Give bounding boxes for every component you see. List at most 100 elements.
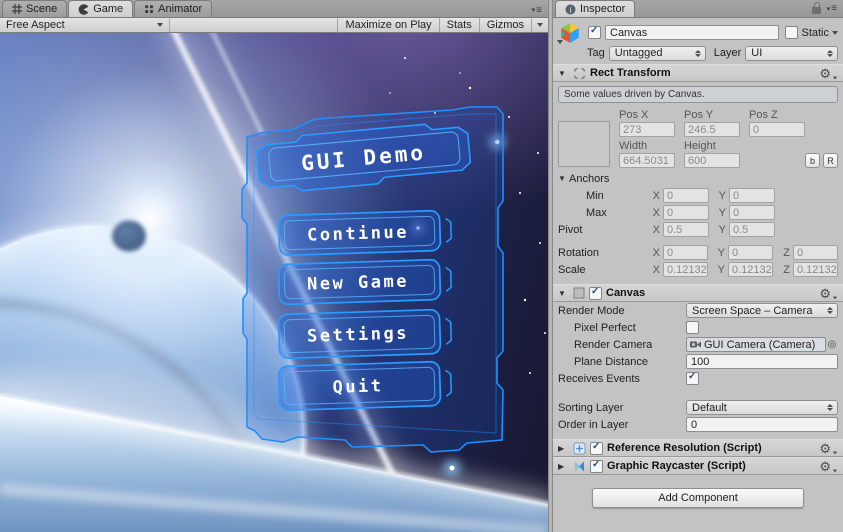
sorting-layer-value: Default bbox=[692, 401, 727, 414]
graphic-raycaster-checkbox[interactable] bbox=[590, 459, 603, 473]
scale-y-field[interactable]: 0.12132 bbox=[728, 262, 773, 277]
moon-silhouette bbox=[112, 220, 146, 252]
anchors-min-x-field[interactable]: 0 bbox=[663, 188, 709, 203]
reference-resolution-foldout-icon[interactable]: ▶ bbox=[558, 444, 569, 453]
add-component-button[interactable]: Add Component bbox=[592, 488, 804, 508]
camera-icon bbox=[690, 340, 701, 349]
scale-z-field[interactable]: 0.12132 bbox=[793, 262, 838, 277]
maximize-on-play-label: Maximize on Play bbox=[345, 19, 432, 31]
anchors-foldout-icon[interactable]: ▼ bbox=[558, 174, 569, 183]
scale-row: Scale X 0.12132 Y 0.12132 Z 0.12132 bbox=[558, 262, 838, 277]
axis-x-label: X bbox=[652, 246, 660, 259]
anchors-max-x-field[interactable]: 0 bbox=[663, 205, 709, 220]
pivot-y-field[interactable]: 0.5 bbox=[729, 222, 775, 237]
menu-button-settings[interactable]: Settings bbox=[277, 308, 452, 360]
aspect-label: Free Aspect bbox=[6, 19, 65, 31]
scale-x-field[interactable]: 0.12132 bbox=[663, 262, 708, 277]
game-icon bbox=[78, 3, 89, 15]
menu-button-new-game[interactable]: New Game bbox=[277, 258, 452, 306]
scale-label: Scale bbox=[558, 263, 586, 276]
pivot-x-field[interactable]: 0.5 bbox=[663, 222, 709, 237]
tab-animator[interactable]: Animator bbox=[134, 0, 213, 17]
game-scene: GUI Demo Continue New Game Settings Quit bbox=[0, 33, 548, 532]
game-pane-menu-icon[interactable]: ▾ ≡ bbox=[532, 5, 542, 15]
gameobject-cube-icon[interactable] bbox=[557, 21, 584, 45]
canvas-enabled-checkbox[interactable] bbox=[589, 286, 602, 300]
object-picker-icon[interactable]: ◎ bbox=[826, 339, 838, 350]
sorting-layer-dropdown[interactable]: Default bbox=[686, 400, 838, 415]
aspect-dropdown[interactable]: Free Aspect bbox=[0, 18, 170, 32]
canvas-component-icon bbox=[573, 287, 585, 299]
pixel-perfect-checkbox[interactable] bbox=[686, 321, 699, 334]
anchors-max-y-field[interactable]: 0 bbox=[729, 205, 775, 220]
blueprint-mode-button[interactable]: b bbox=[805, 153, 820, 168]
static-caret-icon bbox=[832, 30, 838, 35]
render-mode-label: Render Mode bbox=[558, 304, 625, 317]
width-field[interactable]: 664.5031 bbox=[619, 153, 675, 168]
lock-icon[interactable] bbox=[811, 2, 821, 14]
reference-resolution-icon bbox=[573, 442, 586, 455]
rotation-z-field[interactable]: 0 bbox=[793, 245, 838, 260]
gameobject-active-checkbox[interactable] bbox=[588, 25, 601, 39]
rotation-label: Rotation bbox=[558, 246, 599, 259]
rect-transform-title: Rect Transform bbox=[590, 67, 671, 79]
graphic-raycaster-header[interactable]: ▶ Graphic Raycaster (Script) ⚙ bbox=[553, 457, 843, 475]
layer-label: Layer bbox=[713, 47, 742, 59]
menu-button-quit[interactable]: Quit bbox=[277, 360, 452, 412]
stats-button[interactable]: Stats bbox=[438, 18, 479, 32]
anchors-foldout[interactable]: ▼ Anchors bbox=[558, 171, 838, 186]
render-camera-object-field[interactable]: GUI Camera (Camera) bbox=[686, 337, 826, 352]
gameobject-name-field[interactable]: Canvas bbox=[605, 25, 780, 40]
order-in-layer-field[interactable]: 0 bbox=[686, 417, 838, 432]
aspect-caret-icon bbox=[157, 23, 163, 27]
rotation-x-field[interactable]: 0 bbox=[663, 245, 708, 260]
rect-transform-gear-icon[interactable]: ⚙ bbox=[819, 67, 838, 80]
canvas-foldout-icon[interactable]: ▼ bbox=[558, 289, 569, 298]
canvas-gear-icon[interactable]: ⚙ bbox=[819, 287, 838, 300]
gizmos-button[interactable]: Gizmos bbox=[478, 18, 531, 32]
layer-dropdown[interactable]: UI bbox=[745, 45, 838, 61]
tag-dropdown[interactable]: Untagged bbox=[608, 45, 706, 61]
gui-demo-panel: GUI Demo Continue New Game Settings Quit bbox=[241, 106, 504, 453]
graphic-raycaster-gear-icon[interactable]: ⚙ bbox=[819, 460, 838, 473]
plane-distance-field[interactable]: 100 bbox=[686, 354, 838, 369]
pos-x-field[interactable]: 273 bbox=[619, 122, 675, 137]
reference-resolution-gear-icon[interactable]: ⚙ bbox=[819, 442, 838, 455]
plane-distance-row: Plane Distance 100 bbox=[558, 354, 838, 369]
axis-z-label: Z bbox=[783, 246, 790, 259]
rect-transform-header[interactable]: ▼ Rect Transform ⚙ bbox=[553, 64, 843, 82]
static-checkbox[interactable] bbox=[785, 26, 799, 39]
receives-events-checkbox[interactable] bbox=[686, 371, 699, 385]
anchors-min-y-field[interactable]: 0 bbox=[729, 188, 775, 203]
width-label: Width bbox=[619, 139, 648, 152]
rotation-y-field[interactable]: 0 bbox=[728, 245, 773, 260]
game-viewport: GUI Demo Continue New Game Settings Quit bbox=[0, 33, 548, 532]
static-toggle[interactable]: Static bbox=[783, 26, 838, 39]
tab-inspector[interactable]: i Inspector bbox=[555, 0, 636, 17]
tab-game[interactable]: Game bbox=[68, 0, 134, 17]
render-mode-value: Screen Space – Camera bbox=[692, 304, 813, 317]
graphic-raycaster-title: Graphic Raycaster (Script) bbox=[607, 460, 746, 472]
render-mode-dropdown[interactable]: Screen Space – Camera bbox=[686, 303, 838, 318]
menu-button-continue[interactable]: Continue bbox=[277, 209, 452, 257]
axis-y-label: Y bbox=[718, 189, 726, 202]
render-camera-row: Render Camera GUI Camera (Camera) ◎ bbox=[558, 337, 838, 352]
reference-resolution-header[interactable]: ▶ Reference Resolution (Script) ⚙ bbox=[553, 439, 843, 457]
pos-y-field[interactable]: 246.5 bbox=[684, 122, 740, 137]
rect-transform-foldout-icon[interactable]: ▼ bbox=[558, 69, 569, 78]
gizmos-caret-button[interactable] bbox=[531, 18, 548, 32]
tag-caret-icon bbox=[691, 49, 701, 57]
reference-resolution-title: Reference Resolution (Script) bbox=[607, 442, 762, 454]
inspector-pane-menu-icon[interactable]: ▾ ≡ bbox=[827, 4, 837, 14]
canvas-component-header[interactable]: ▼ Canvas ⚙ bbox=[553, 284, 843, 302]
rect-transform-icon bbox=[573, 67, 586, 80]
raw-edit-mode-button[interactable]: R bbox=[823, 153, 838, 168]
maximize-on-play-button[interactable]: Maximize on Play bbox=[337, 18, 438, 32]
reference-resolution-checkbox[interactable] bbox=[590, 441, 603, 455]
graphic-raycaster-foldout-icon[interactable]: ▶ bbox=[558, 462, 569, 471]
anchors-label: Anchors bbox=[569, 172, 610, 185]
tab-scene[interactable]: Scene bbox=[2, 0, 68, 17]
pos-z-field[interactable]: 0 bbox=[749, 122, 805, 137]
height-field[interactable]: 600 bbox=[684, 153, 740, 168]
